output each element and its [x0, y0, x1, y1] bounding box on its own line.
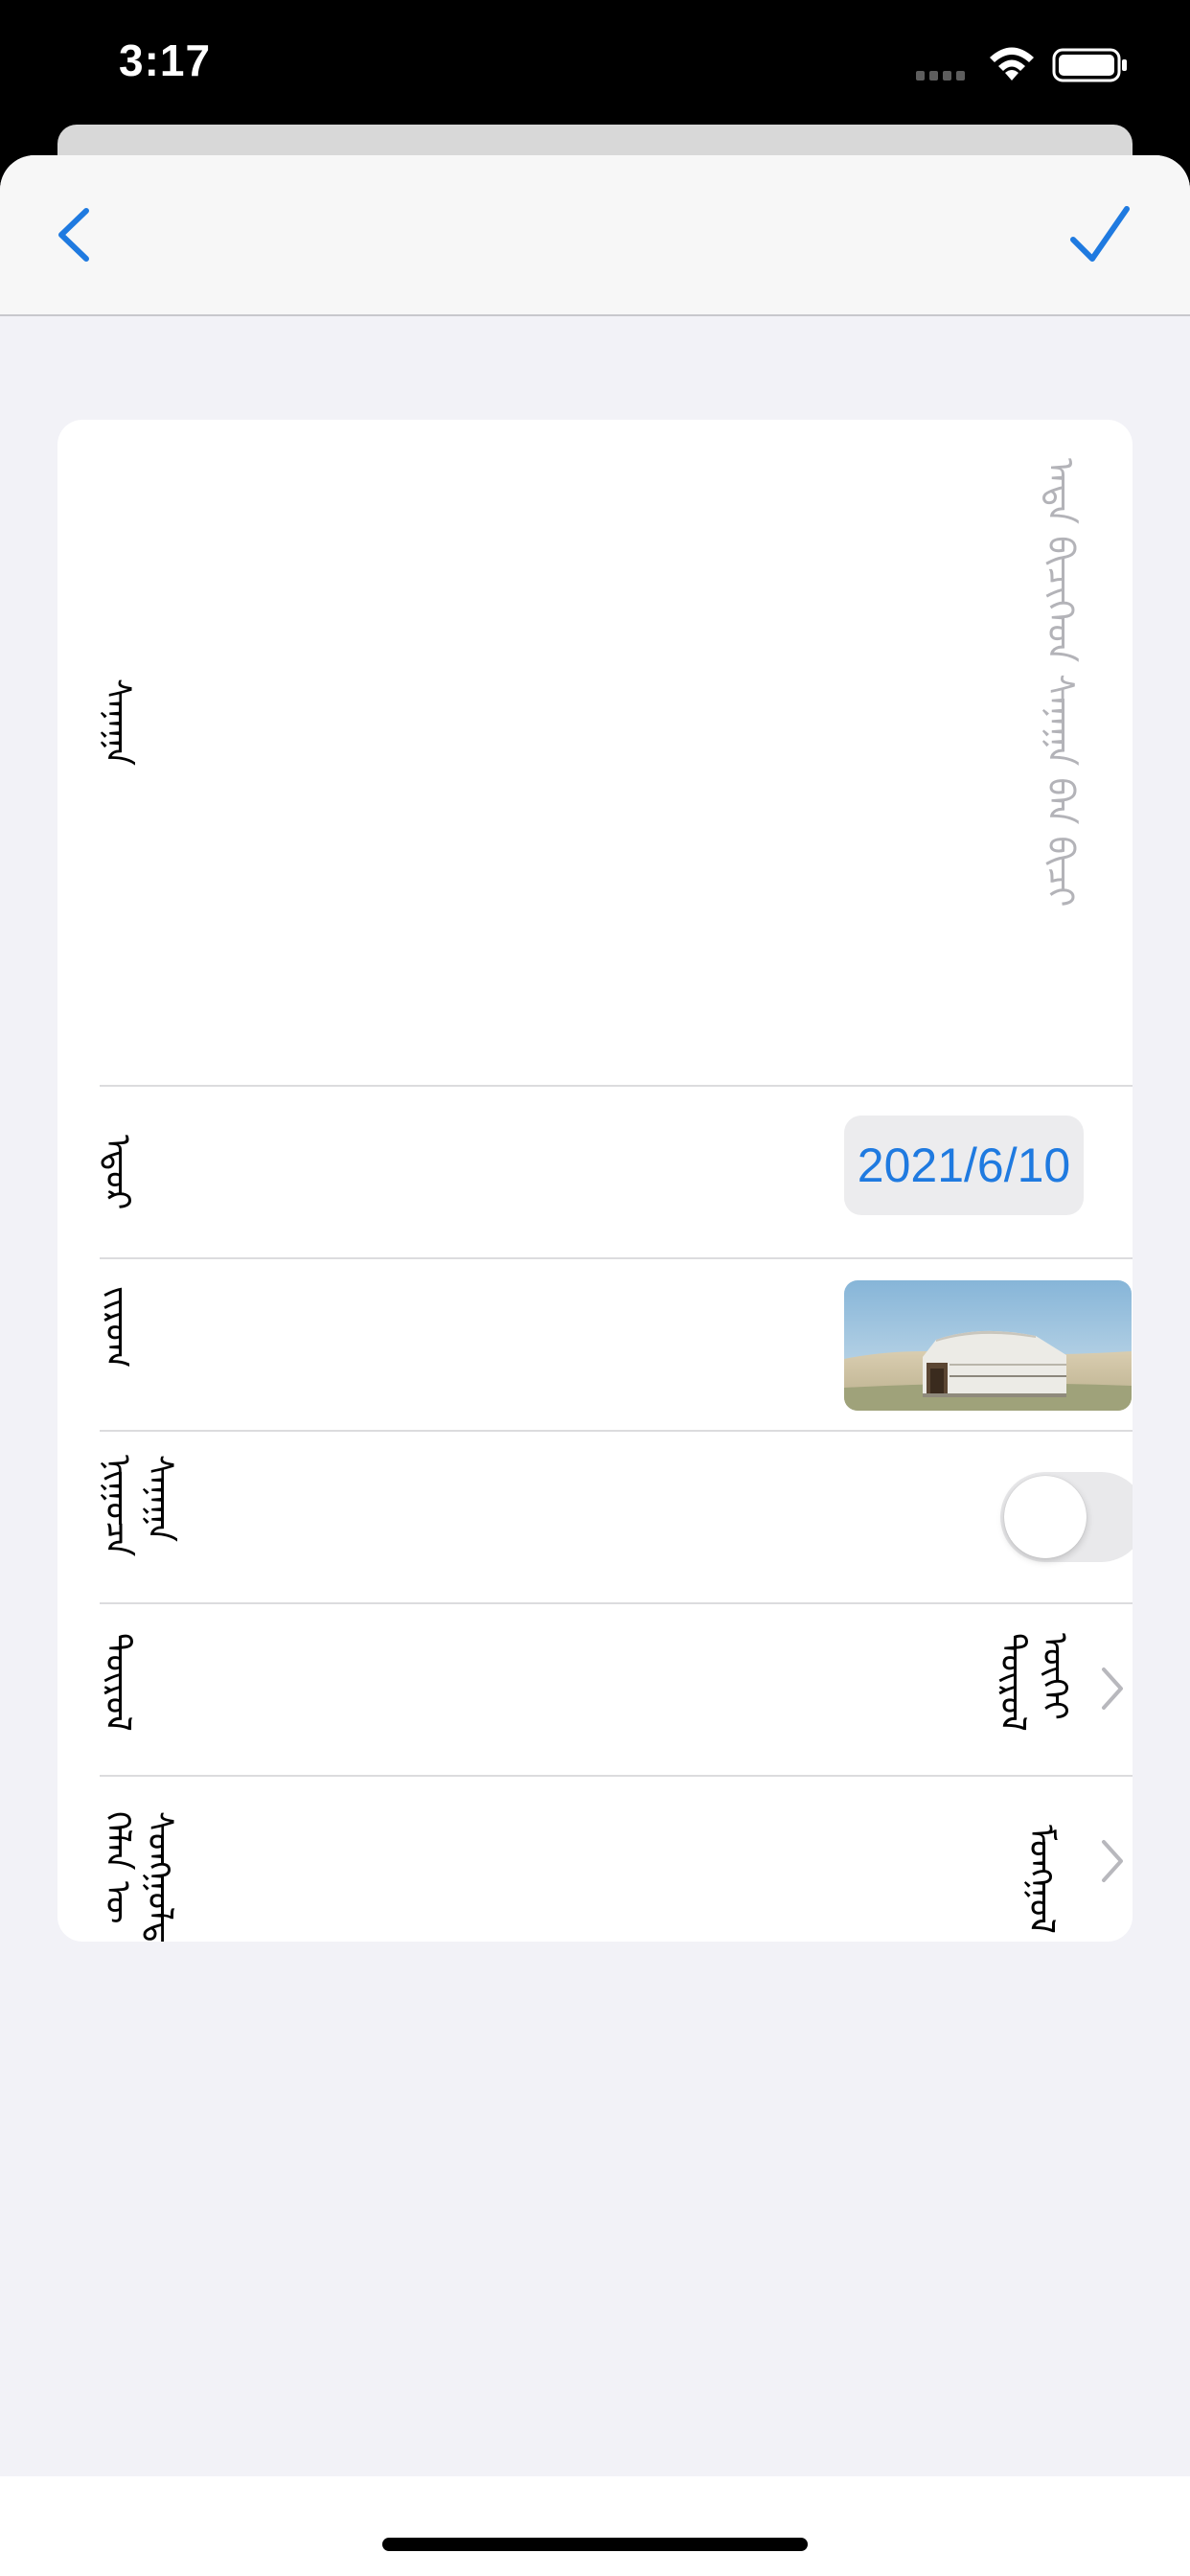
navigation-bar [0, 155, 1190, 316]
chevron-right-icon [1102, 1668, 1123, 1710]
status-bar: 3:17 [0, 0, 1190, 144]
home-indicator-area [0, 2476, 1190, 2576]
form-card: ᠰᠠᠨᠠᠭᠠ ᠡᠨᠳᠡ ᠪᠢᠴᠢᠭᠡᠳ ᠰᠠᠨᠠᠭᠠ ᠪᠠᠨ ᠪᠢᠴᠢ ᠡᠳᠦᠷ… [57, 420, 1133, 1942]
chevron-right-icon [1102, 1840, 1123, 1882]
text-entry-row[interactable]: ᠰᠠᠨᠠᠭᠠ ᠡᠨᠳᠡ ᠪᠢᠴᠢᠭᠡᠳ ᠰᠠᠨᠠᠭᠠ ᠪᠠᠨ ᠪᠢᠴᠢ [57, 420, 1133, 1085]
date-picker-button[interactable]: 2021/6/10 [844, 1116, 1084, 1215]
language-row[interactable]: ᠬᠡᠯᠡᠨ ᠦ ᠰᠣᠩᠭᠣᠯᠲᠠ ᠮᠣᠩᠭᠣᠯ [98, 1775, 1133, 1942]
toggle-knob [1004, 1476, 1087, 1558]
privacy-toggle-row: ᠨᠢᠭᠤᠴᠠ ᠰᠠᠨᠠᠭᠠ [98, 1430, 1133, 1602]
chevron-left-icon[interactable] [46, 196, 113, 272]
language-label: ᠬᠡᠯᠡᠨ ᠦ ᠰᠣᠩᠭᠣᠯᠲᠠ [98, 1811, 179, 1942]
category-label: ᠲᠥᠷᠥᠯ [98, 1633, 137, 1732]
yurt-image [844, 1280, 1132, 1411]
text-field-placeholder[interactable]: ᠡᠨᠳᠡ ᠪᠢᠴᠢᠭᠡᠳ ᠰᠠᠨᠠᠭᠠ ᠪᠠᠨ ᠪᠢᠴᠢ [1040, 458, 1082, 907]
date-label: ᠡᠳᠦᠷ [98, 1135, 137, 1210]
category-row[interactable]: ᠲᠥᠷᠥᠯ ᠲᠥᠷᠥᠯ ᠦᠭᠡᠢ [98, 1602, 1133, 1775]
wifi-icon [990, 47, 1034, 80]
toggle-label: ᠨᠢᠭᠤᠴᠠ ᠰᠠᠨᠠᠭᠠ [98, 1455, 179, 1557]
status-time: 3:17 [119, 35, 212, 85]
photo-row: ᠵᠢᠷᠤᠭ [98, 1257, 1133, 1430]
checkmark-icon[interactable] [1065, 196, 1133, 272]
yurt-photo[interactable] [844, 1280, 1132, 1411]
battery-icon [1052, 48, 1127, 82]
text-field-label: ᠰᠠᠨᠠᠭᠠ [98, 678, 137, 767]
photo-label: ᠵᠢᠷᠤᠭ [98, 1286, 137, 1368]
category-value: ᠲᠥᠷᠥᠯ ᠦᠭᠡᠢ [993, 1633, 1074, 1732]
language-value: ᠮᠣᠩᠭᠣᠯ [1021, 1825, 1061, 1934]
home-indicator[interactable] [382, 2538, 808, 2551]
date-row: ᠡᠳᠦᠷ 2021/6/10 [98, 1085, 1133, 1257]
cellular-signal-icon [916, 71, 965, 80]
modal-sheet: ᠰᠠᠨᠠᠭᠠ ᠡᠨᠳᠡ ᠪᠢᠴᠢᠭᠡᠳ ᠰᠠᠨᠠᠭᠠ ᠪᠠᠨ ᠪᠢᠴᠢ ᠡᠳᠦᠷ… [0, 155, 1190, 2576]
privacy-toggle[interactable] [1000, 1472, 1133, 1562]
